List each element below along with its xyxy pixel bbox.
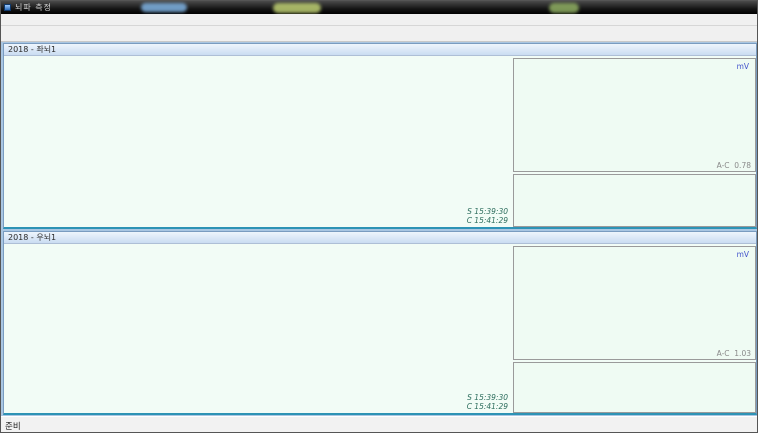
unit-label: mV <box>737 250 749 259</box>
status-text: 준비 <box>5 420 21 432</box>
spectrogram-3d <box>6 245 511 413</box>
app-icon <box>4 4 11 11</box>
timestamps: S 15:39:30 C 15:41:29 <box>444 393 508 411</box>
unit-label: mV <box>737 62 749 71</box>
timestamps: S 15:39:30 C 15:41:29 <box>444 207 508 225</box>
spectrogram-3d <box>6 57 511 227</box>
start-time: S 15:39:30 <box>444 393 508 402</box>
band-power-chart: mV A-C 0.78 <box>513 58 756 172</box>
band-power-chart: mV A-C 1.03 <box>513 246 756 360</box>
start-time: S 15:39:30 <box>444 207 508 216</box>
current-time: C 15:41:29 <box>444 216 508 225</box>
current-time: C 15:41:29 <box>444 402 508 411</box>
spectrogram-area: S 15:39:30 C 15:41:29 <box>6 245 511 417</box>
ac-value-label: A-C 1.03 <box>717 349 751 358</box>
panel-title-bar[interactable]: 2018 - 좌뇌1 <box>4 44 756 56</box>
titlebar-decoration <box>549 3 579 13</box>
window-title: 뇌파 측정 <box>15 2 52 13</box>
toolbar <box>1 26 758 42</box>
trend-chart <box>513 362 756 413</box>
spectrogram-area: S 15:39:30 C 15:41:29 <box>6 57 511 231</box>
panel-right-brain: 2018 - 우뇌1 S 15:39:30 C 15:41:29 mV A-C … <box>3 231 757 415</box>
trend-chart <box>513 174 756 227</box>
title-bar[interactable]: 뇌파 측정 <box>1 1 758 14</box>
panel-title-bar[interactable]: 2018 - 우뇌1 <box>4 232 756 244</box>
panel-left-brain: 2018 - 좌뇌1 S 15:39:30 C 15:41:29 mV A-C … <box>3 43 757 229</box>
trend-lines <box>514 363 755 412</box>
titlebar-decoration <box>273 3 321 13</box>
trend-lines <box>514 175 755 226</box>
status-bar: 준비 <box>1 416 758 433</box>
ac-value-label: A-C 0.78 <box>717 161 751 170</box>
menu-bar <box>1 14 758 26</box>
titlebar-decoration <box>141 3 187 12</box>
app-window: 뇌파 측정 2018 - 좌뇌1 S 15:39:30 C 15:41:29 m… <box>0 0 758 433</box>
